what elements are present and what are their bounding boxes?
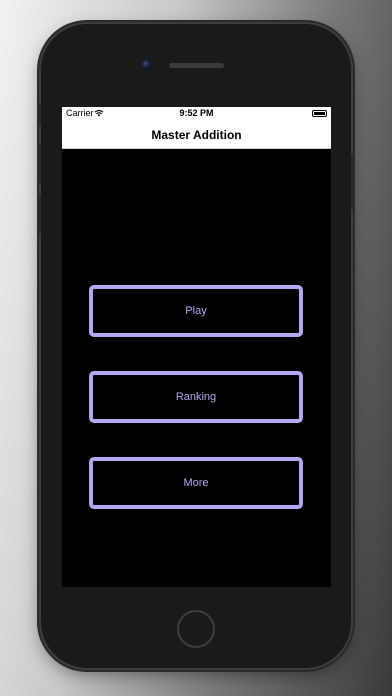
page-title: Master Addition <box>151 128 242 142</box>
volume-down-button <box>37 194 41 234</box>
status-bar: Carrier 9:52 PM <box>62 107 331 121</box>
play-button[interactable]: Play <box>89 285 303 337</box>
more-button-label: More <box>183 477 209 489</box>
status-time: 9:52 PM <box>179 108 214 118</box>
ranking-button-label: Ranking <box>175 391 217 403</box>
phone-frame: Carrier 9:52 PM Master Addition Play Ran… <box>37 24 355 668</box>
navigation-bar: Master Addition <box>62 121 331 149</box>
front-camera <box>142 60 151 69</box>
mute-switch <box>37 104 41 126</box>
home-button[interactable] <box>177 610 215 648</box>
more-button[interactable]: More <box>89 457 303 509</box>
play-button-label: Play <box>185 305 207 317</box>
app-screen: Carrier 9:52 PM Master Addition Play Ran… <box>62 107 331 587</box>
volume-up-button <box>37 144 41 184</box>
power-button <box>351 154 355 210</box>
battery-icon <box>312 110 327 117</box>
earpiece-speaker <box>169 63 224 68</box>
ranking-button[interactable]: Ranking <box>89 371 303 423</box>
